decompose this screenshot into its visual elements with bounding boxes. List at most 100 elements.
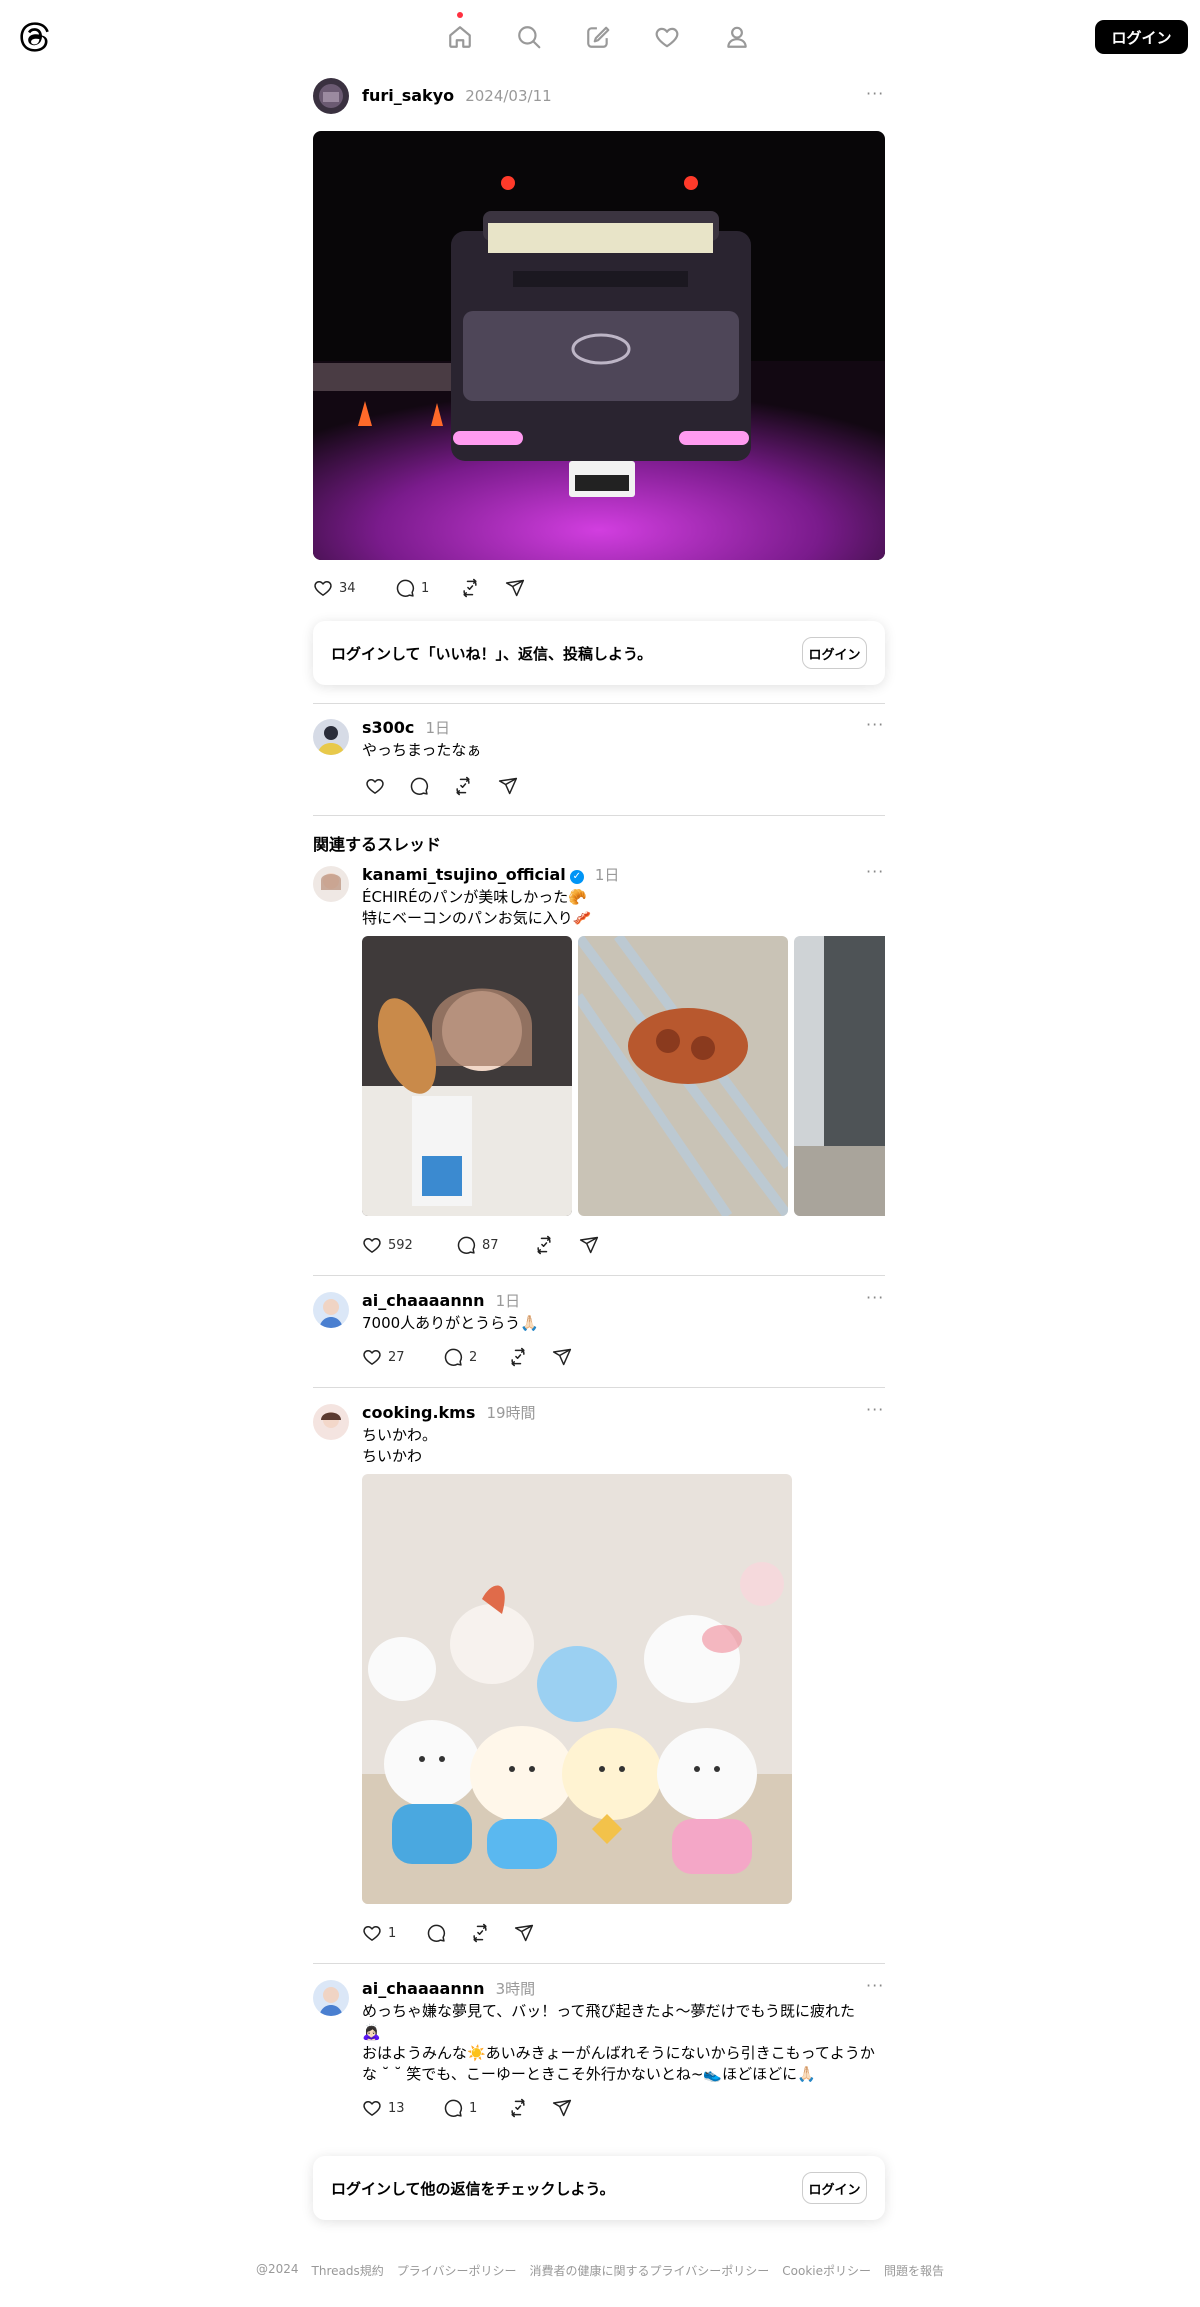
reply-button[interactable]: 87 xyxy=(456,1235,499,1255)
avatar[interactable] xyxy=(313,719,349,755)
footer-link-terms[interactable]: Threads規約 xyxy=(312,2262,384,2279)
username[interactable]: kanami_tsujino_official xyxy=(362,865,566,884)
divider xyxy=(313,703,885,704)
footer-link-report[interactable]: 問題を報告 xyxy=(884,2262,944,2279)
reply-button[interactable] xyxy=(426,1923,446,1943)
share-icon xyxy=(498,776,518,796)
like-button[interactable] xyxy=(365,776,385,796)
post-header: kanami_tsujino_official ✓ 1日 xyxy=(362,864,619,885)
threads-logo-icon[interactable] xyxy=(20,20,50,54)
heart-icon xyxy=(362,1235,382,1255)
repost-button[interactable] xyxy=(470,1923,490,1943)
comment-icon xyxy=(395,578,415,598)
post-image[interactable] xyxy=(362,1474,792,1904)
reply-count: 2 xyxy=(469,1349,478,1365)
carousel-image[interactable] xyxy=(794,936,885,1216)
reply-button[interactable]: 1 xyxy=(443,2098,477,2118)
reply-count: 87 xyxy=(482,1237,499,1253)
footer-link-health-privacy[interactable]: 消費者の健康に関するプライバシーポリシー xyxy=(530,2262,770,2279)
like-count: 27 xyxy=(388,1349,405,1365)
more-options-icon[interactable]: ··· xyxy=(866,715,884,734)
post-image[interactable] xyxy=(313,131,885,560)
repost-button[interactable] xyxy=(508,2098,528,2118)
repost-icon xyxy=(508,1347,528,1367)
post-time: 19時間 xyxy=(486,1404,536,1422)
reply-button[interactable]: 2 xyxy=(443,1347,477,1367)
post-text-line: 特にベーコンのパンお気に入り🥓 xyxy=(362,909,592,927)
share-button[interactable] xyxy=(498,776,518,796)
repost-button[interactable] xyxy=(534,1235,554,1255)
divider xyxy=(313,1387,885,1388)
repost-button[interactable] xyxy=(460,578,480,598)
username[interactable]: s300c xyxy=(362,718,414,737)
login-prompt-button[interactable]: ログイン xyxy=(802,2172,867,2204)
repost-button[interactable] xyxy=(508,1347,528,1367)
post-text-line: ÉCHIRÉのパンが美味しかった🥐 xyxy=(362,888,587,906)
avatar[interactable] xyxy=(313,1404,349,1440)
post-header: ai_chaaaannn 3時間 xyxy=(362,1978,535,1999)
more-options-icon[interactable]: ··· xyxy=(866,1976,884,1995)
share-button[interactable] xyxy=(514,1923,534,1943)
login-prompt: ログインして他の返信をチェックしよう。 ログイン xyxy=(313,2156,885,2220)
footer-link-privacy[interactable]: プライバシーポリシー xyxy=(397,2262,517,2279)
reply-count: 1 xyxy=(469,2100,478,2116)
comment-icon xyxy=(443,2098,463,2118)
divider xyxy=(313,815,885,816)
activity-heart-icon[interactable] xyxy=(652,22,682,52)
like-count: 592 xyxy=(388,1237,413,1253)
share-button[interactable] xyxy=(579,1235,599,1255)
carousel-image[interactable] xyxy=(578,936,788,1216)
share-button[interactable] xyxy=(552,2098,572,2118)
compose-icon[interactable] xyxy=(583,22,613,52)
carousel-image[interactable] xyxy=(362,936,572,1216)
like-button[interactable]: 1 xyxy=(362,1923,396,1943)
comment-icon xyxy=(409,776,429,796)
like-count: 13 xyxy=(388,2100,405,2116)
search-icon[interactable] xyxy=(514,22,544,52)
avatar[interactable] xyxy=(313,866,349,902)
footer-link-cookies[interactable]: Cookieポリシー xyxy=(782,2262,871,2279)
username[interactable]: ai_chaaaannn xyxy=(362,1979,485,1998)
reply-button[interactable]: 1 xyxy=(395,578,429,598)
profile-icon[interactable] xyxy=(722,22,752,52)
share-button[interactable] xyxy=(552,1347,572,1367)
image-carousel[interactable] xyxy=(362,936,885,1216)
share-button[interactable] xyxy=(505,578,525,598)
post-time: 1日 xyxy=(425,719,451,737)
avatar[interactable] xyxy=(313,1292,349,1328)
login-prompt-message: ログインして他の返信をチェックしよう。 xyxy=(331,2180,615,2198)
like-button[interactable]: 13 xyxy=(362,2098,405,2118)
post-text-line: ちいかわ xyxy=(362,1447,423,1465)
post-time: 1日 xyxy=(594,866,620,884)
post-header: furi_sakyo 2024/03/11 xyxy=(362,86,552,105)
username[interactable]: cooking.kms xyxy=(362,1403,475,1422)
login-button[interactable]: ログイン xyxy=(1095,20,1188,54)
login-prompt: ログインして「いいね！」、返信、投稿しよう。 ログイン xyxy=(313,621,885,685)
like-button[interactable]: 34 xyxy=(313,578,356,598)
login-prompt-message: ログインして「いいね！」、返信、投稿しよう。 xyxy=(331,645,653,663)
post-time: 1日 xyxy=(495,1292,521,1310)
repost-icon xyxy=(508,2098,528,2118)
like-button[interactable]: 592 xyxy=(362,1235,413,1255)
username[interactable]: furi_sakyo xyxy=(362,86,454,105)
like-button[interactable]: 27 xyxy=(362,1347,405,1367)
more-options-icon[interactable]: ··· xyxy=(866,862,884,881)
more-options-icon[interactable]: ··· xyxy=(866,1400,884,1419)
heart-icon xyxy=(365,776,385,796)
avatar[interactable] xyxy=(313,78,349,114)
share-icon xyxy=(552,2098,572,2118)
comment-icon xyxy=(456,1235,476,1255)
like-count: 34 xyxy=(339,580,356,596)
avatar[interactable] xyxy=(313,1980,349,2016)
share-icon xyxy=(514,1923,534,1943)
username[interactable]: ai_chaaaannn xyxy=(362,1291,485,1310)
login-prompt-button[interactable]: ログイン xyxy=(802,637,867,669)
repost-button[interactable] xyxy=(453,776,473,796)
more-options-icon[interactable]: ··· xyxy=(866,84,884,103)
home-icon[interactable] xyxy=(445,22,475,52)
post-header: cooking.kms 19時間 xyxy=(362,1402,536,1423)
reply-button[interactable] xyxy=(409,776,429,796)
heart-icon xyxy=(362,1347,382,1367)
repost-icon xyxy=(470,1923,490,1943)
more-options-icon[interactable]: ··· xyxy=(866,1288,884,1307)
